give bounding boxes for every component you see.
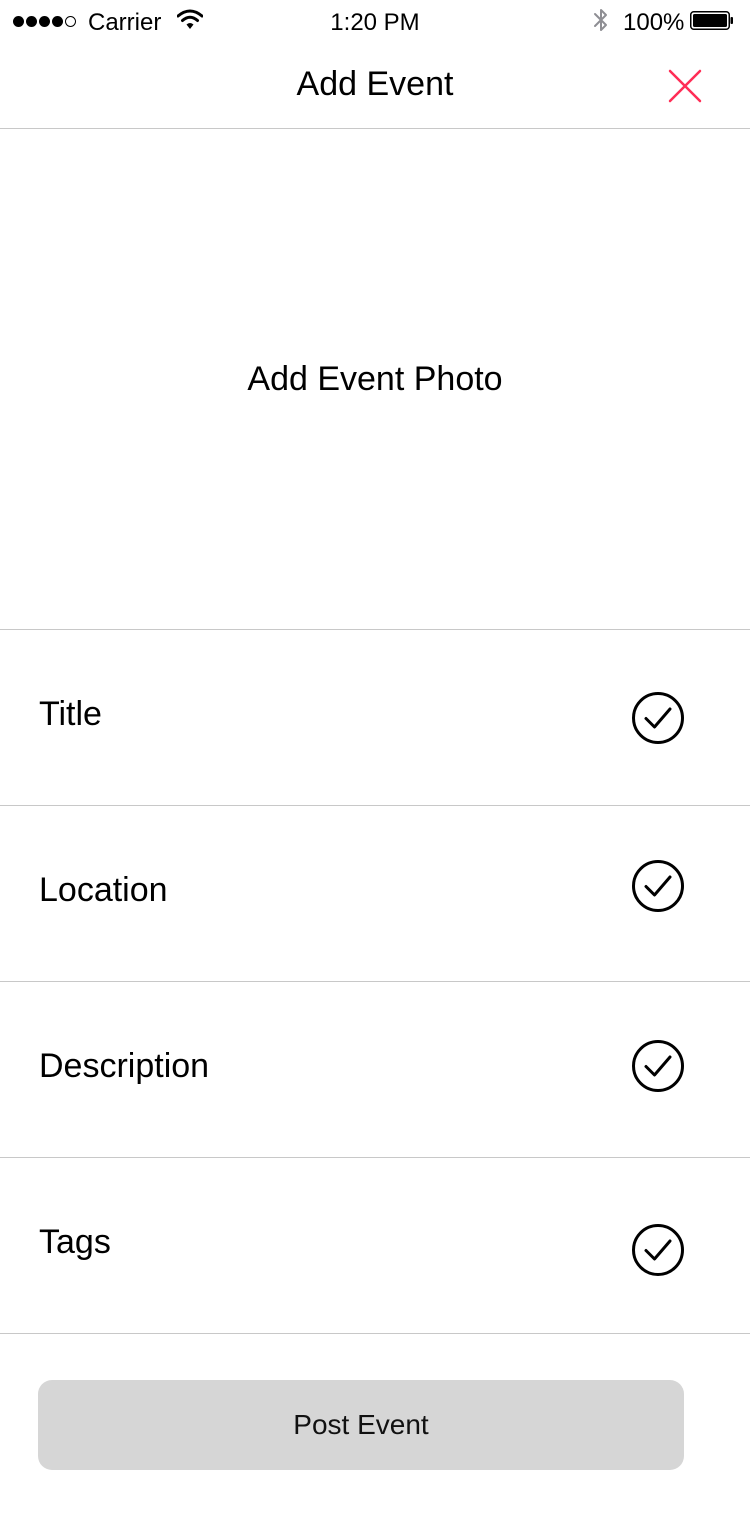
bluetooth-icon	[594, 9, 607, 31]
description-label: Description	[39, 1047, 210, 1085]
tags-label: Tags	[39, 1223, 111, 1261]
form-row-title[interactable]: Title	[0, 630, 750, 805]
form-row-tags[interactable]: Tags	[0, 1158, 750, 1333]
add-photo-label: Add Event Photo	[247, 360, 503, 398]
close-icon[interactable]	[666, 67, 704, 105]
battery-icon	[690, 11, 733, 30]
checkmark-circle-icon	[632, 1040, 684, 1092]
checkmark-circle-icon	[632, 1224, 684, 1276]
battery-percentage: 100%	[623, 9, 685, 36]
checkmark-circle-icon	[632, 692, 684, 744]
title-label: Title	[39, 695, 102, 733]
add-photo-button[interactable]: Add Event Photo	[0, 129, 750, 629]
status-bar: Carrier 1:20 PM 100%	[0, 0, 750, 44]
form-row-location[interactable]: Location	[0, 806, 750, 981]
row-divider	[0, 1333, 750, 1334]
page-title: Add Event	[296, 65, 454, 103]
form-row-description[interactable]: Description	[0, 982, 750, 1157]
post-event-button[interactable]: Post Event	[38, 1380, 684, 1470]
location-label: Location	[39, 871, 168, 909]
checkmark-circle-icon	[632, 860, 684, 912]
